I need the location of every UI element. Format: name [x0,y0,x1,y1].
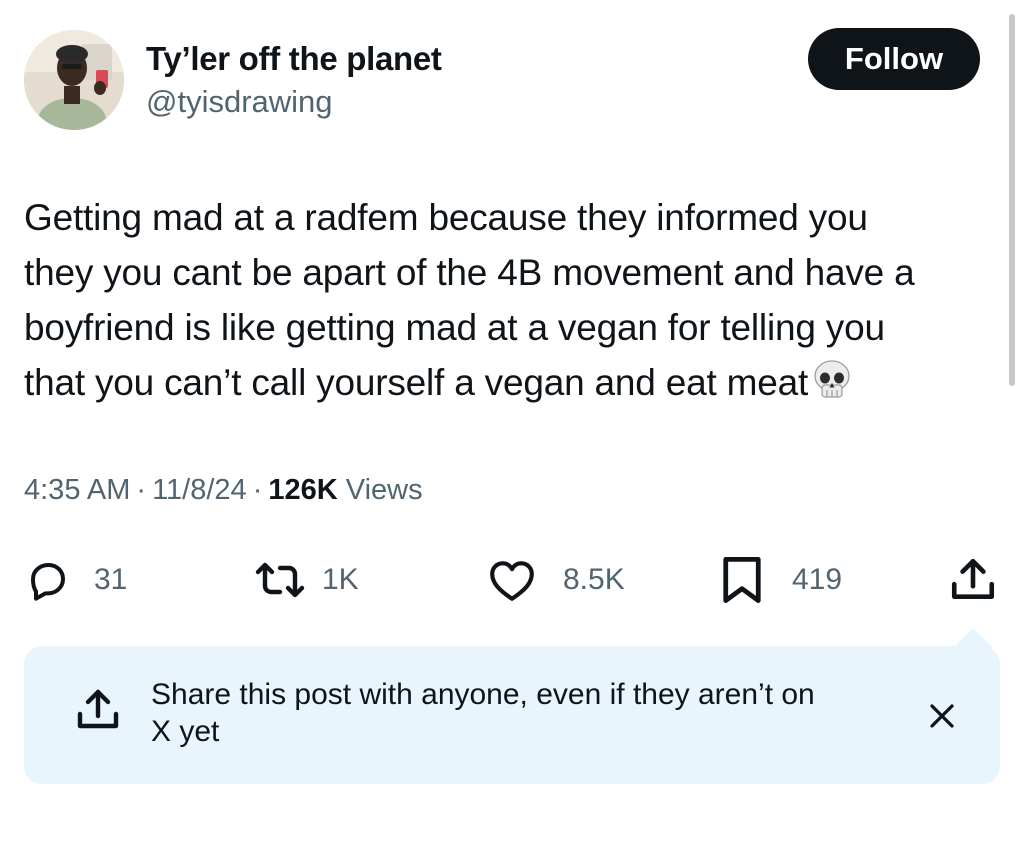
action-bar: 31 1K 8.5K 419 [0,552,1024,608]
post-detail-view: Ty’ler off the planet @tyisdrawing Follo… [0,0,1024,844]
views-count: 126K [268,474,338,506]
close-tooltip-button[interactable] [920,696,964,740]
post-text: Getting mad at a radfem because they inf… [24,190,999,416]
reply-count: 31 [94,563,128,596]
post-meta: 4:35 AM · 11/8/24 · 126K Views [24,474,423,507]
repost-icon [254,556,306,604]
share-tooltip: Share this post with anyone, even if the… [24,646,1000,784]
post-date[interactable]: 11/8/24 [152,474,247,506]
post-text-line: that you can’t call yourself a vegan and… [24,362,809,403]
share-icon [74,686,122,739]
share-icon [948,555,998,605]
skull-emoji [812,359,852,416]
display-name[interactable]: Ty’ler off the planet [146,40,442,78]
like-count: 8.5K [563,563,625,596]
meta-separator: · [136,474,147,506]
share-button[interactable] [948,552,998,608]
post-text-line: they you cant be apart of the 4B movemen… [24,252,915,293]
user-handle[interactable]: @tyisdrawing [146,84,333,120]
repost-button[interactable]: 1K [254,552,359,608]
post-text-line: boyfriend is like getting mad at a vegan… [24,307,885,348]
bookmark-button[interactable]: 419 [720,552,842,608]
avatar[interactable] [24,30,124,130]
follow-button[interactable]: Follow [808,28,980,90]
reply-icon [24,556,72,604]
share-tooltip-text: Share this post with anyone, even if the… [151,676,881,750]
like-button[interactable]: 8.5K [487,552,625,608]
share-tooltip-line: X yet [151,715,220,748]
views-label: Views [345,474,423,506]
repost-count: 1K [322,563,359,596]
close-icon [927,701,957,736]
post-text-line-last: that you can’t call yourself a vegan and… [24,355,999,416]
scrollbar[interactable] [1009,14,1015,386]
meta-separator: · [252,474,263,506]
post-text-line: Getting mad at a radfem because they inf… [24,197,868,238]
reply-button[interactable]: 31 [24,552,127,608]
post-time[interactable]: 4:35 AM [24,474,130,506]
share-tooltip-line: Share this post with anyone, even if the… [151,678,815,711]
like-icon [487,556,537,604]
bookmark-count: 419 [792,563,843,596]
tooltip-arrow [953,628,993,648]
bookmark-icon [720,554,764,606]
